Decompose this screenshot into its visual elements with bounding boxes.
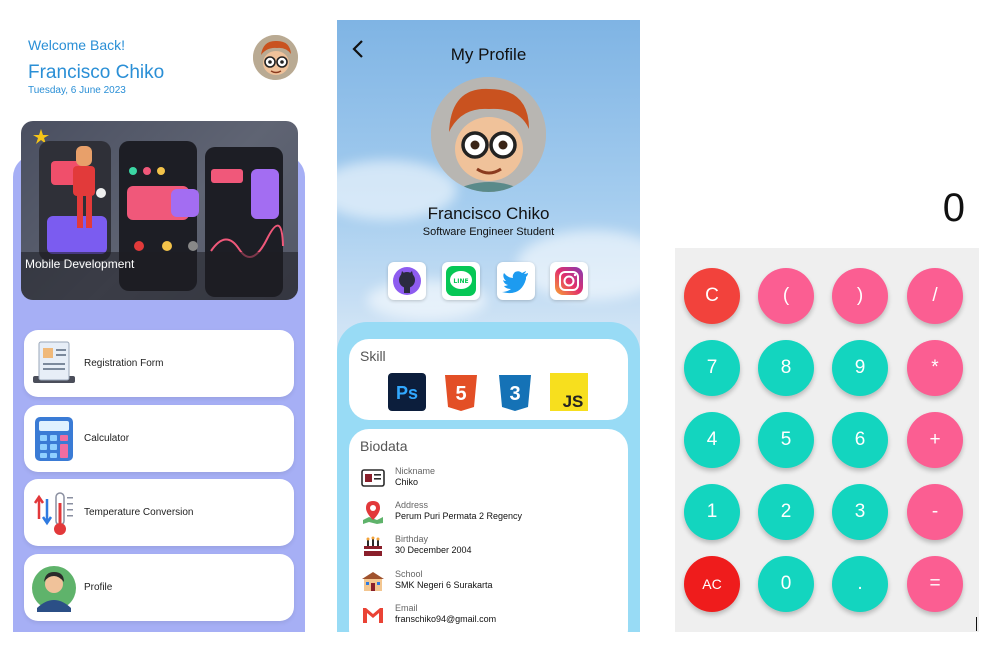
registration-form-icon [33, 341, 75, 383]
page-title: My Profile [450, 45, 527, 64]
digit-3-button[interactable]: 3 [832, 484, 888, 540]
keypad: C ( ) / 7 8 9 * 4 5 6 + 1 2 3 - AC 0 . = [675, 248, 979, 632]
photoshop-icon: Ps [388, 373, 426, 411]
svg-text:LINE: LINE [453, 278, 468, 285]
digit-1-button[interactable]: 1 [684, 484, 740, 540]
gmail-icon [363, 608, 383, 623]
profile-screen: My Profile Francisco Chiko Software Engi… [337, 20, 640, 632]
instagram-icon [555, 267, 583, 295]
bio-label: Email [395, 603, 418, 613]
line-icon: LINE [446, 266, 476, 296]
bio-label: Birthday [395, 534, 429, 544]
welcome-text: Welcome Back! [28, 37, 125, 53]
home-screen: Welcome Back! Francisco Chiko Tuesday, 6… [13, 20, 305, 632]
instagram-button[interactable] [550, 262, 588, 300]
mobile-development-banner[interactable]: Mobile Development [21, 121, 298, 300]
menu-item-label: Profile [84, 582, 113, 593]
svg-text:Ps: Ps [396, 383, 418, 403]
menu-item-calculator[interactable]: Calculator [24, 405, 294, 472]
html5-icon: 5 [445, 375, 477, 411]
clear-button[interactable]: C [684, 268, 740, 324]
subtract-button[interactable]: - [907, 484, 963, 540]
banner-caption: Mobile Development [25, 257, 135, 271]
bio-row-address: Address Perum Puri Permata 2 Regency [361, 500, 621, 530]
svg-text:5: 5 [455, 383, 466, 405]
decimal-button[interactable]: . [832, 556, 888, 612]
calculator-icon [35, 417, 73, 461]
birthday-cake-icon [364, 536, 382, 556]
menu-item-label: Registration Form [84, 358, 164, 369]
profile-avatar [431, 77, 546, 192]
line-button[interactable]: LINE [442, 262, 480, 300]
bio-row-school: School SMK Negeri 6 Surakarta [361, 569, 621, 599]
bio-value: 30 December 2004 [395, 545, 472, 555]
javascript-icon: JS [550, 373, 588, 411]
current-date: Tuesday, 6 June 2023 [28, 85, 126, 96]
digit-9-button[interactable]: 9 [832, 340, 888, 396]
twitter-icon [502, 271, 528, 294]
calculator-screen: 0 C ( ) / 7 8 9 * 4 5 6 + 1 2 3 - AC 0 .… [675, 20, 979, 632]
calculator-display: 0 [942, 186, 965, 230]
open-paren-button[interactable]: ( [758, 268, 814, 324]
equals-button[interactable]: = [907, 556, 963, 612]
school-icon [362, 572, 384, 591]
id-card-icon [361, 469, 385, 487]
svg-text:3: 3 [509, 383, 520, 405]
css3-icon: 3 [499, 375, 531, 411]
add-button[interactable]: + [907, 412, 963, 468]
menu-item-label: Calculator [84, 433, 130, 444]
person-icon [32, 566, 76, 612]
bio-label: School [395, 569, 423, 579]
all-clear-button[interactable]: AC [684, 556, 740, 612]
menu-item-profile[interactable]: Profile [24, 554, 294, 621]
avatar[interactable] [253, 35, 298, 80]
menu-item-temperature-conversion[interactable]: Temperature Conversion [24, 479, 294, 546]
user-name: Francisco Chiko [28, 62, 165, 83]
text-cursor [976, 617, 977, 631]
bio-value: franschiko94@gmail.com [395, 614, 497, 624]
svg-text:JS: JS [563, 392, 584, 411]
twitter-button[interactable] [497, 262, 535, 300]
digit-5-button[interactable]: 5 [758, 412, 814, 468]
biodata-title: Biodata [360, 438, 408, 454]
profile-role: Software Engineer Student [422, 226, 555, 238]
bio-label: Nickname [395, 466, 436, 476]
digit-0-button[interactable]: 0 [758, 556, 814, 612]
map-pin-icon [363, 501, 383, 524]
digit-2-button[interactable]: 2 [758, 484, 814, 540]
digit-7-button[interactable]: 7 [684, 340, 740, 396]
menu-item-label: Temperature Conversion [84, 507, 194, 518]
digit-4-button[interactable]: 4 [684, 412, 740, 468]
thermometer-icon [33, 492, 73, 535]
bio-value: SMK Negeri 6 Surakarta [395, 580, 493, 590]
divide-button[interactable]: / [907, 268, 963, 324]
bio-row-birthday: Birthday 30 December 2004 [361, 534, 621, 564]
biodata-card [349, 429, 628, 632]
menu-item-registration-form[interactable]: Registration Form [24, 330, 294, 397]
bio-label: Address [395, 500, 429, 510]
bio-value: Chiko [395, 477, 419, 487]
bio-row-email: Email franschiko94@gmail.com [361, 603, 621, 632]
profile-name: Francisco Chiko [427, 204, 550, 223]
skill-title: Skill [360, 348, 386, 364]
digit-8-button[interactable]: 8 [758, 340, 814, 396]
github-icon [393, 267, 421, 295]
close-paren-button[interactable]: ) [832, 268, 888, 324]
digit-6-button[interactable]: 6 [832, 412, 888, 468]
bio-row-nickname: Nickname Chiko [361, 466, 621, 496]
github-button[interactable] [388, 262, 426, 300]
multiply-button[interactable]: * [907, 340, 963, 396]
bio-value: Perum Puri Permata 2 Regency [395, 511, 523, 521]
